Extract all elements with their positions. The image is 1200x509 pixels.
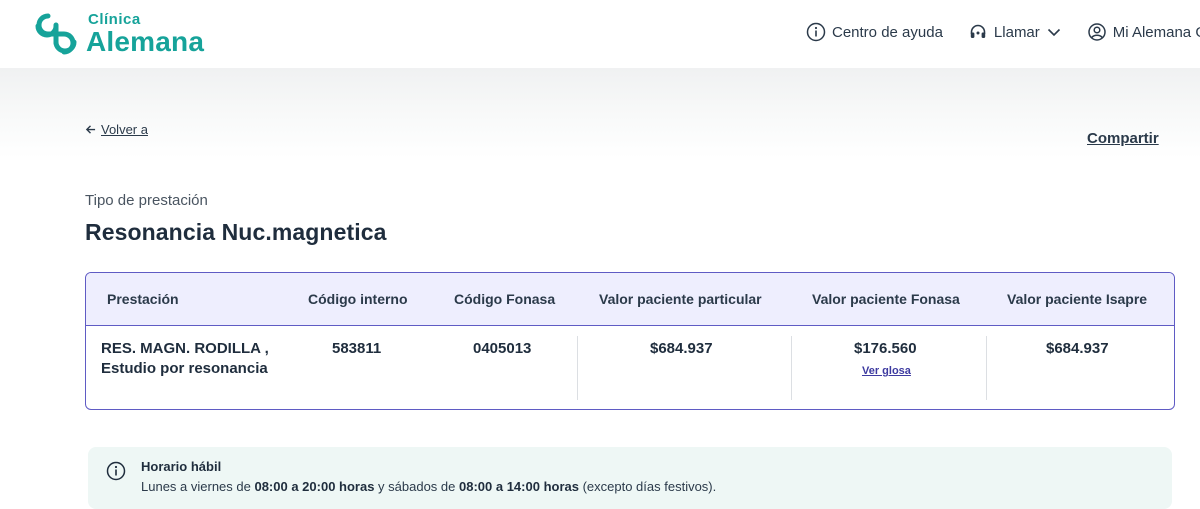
- table-row: RES. MAGN. RODILLA , Estudio por resonan…: [86, 326, 1174, 409]
- help-center-label: Centro de ayuda: [832, 23, 943, 41]
- header-valor-particular: Valor paciente particular: [599, 291, 762, 307]
- back-link-label: Volver a: [101, 122, 148, 137]
- header-prestacion: Prestación: [107, 291, 179, 307]
- logo-text: Clínica Alemana: [86, 12, 204, 56]
- cell-valor-fonasa: $176.560: [854, 340, 917, 357]
- cell-prestacion: RES. MAGN. RODILLA , Estudio por resonan…: [101, 340, 269, 377]
- cell-valor-isapre: $684.937: [1046, 340, 1109, 357]
- call-label: Llamar: [993, 23, 1040, 41]
- cell-codigo-interno: 583811: [332, 340, 382, 357]
- business-hours-title: Horario hábil: [141, 459, 222, 474]
- my-account-label: Mi Alemana Go: [1112, 23, 1200, 41]
- headset-icon: [970, 24, 986, 38]
- business-hours-box: Horario hábil Lunes a viernes de 08:00 a…: [88, 447, 1172, 509]
- share-link[interactable]: Compartir: [1087, 130, 1159, 147]
- hours-text-2: y sábados de: [374, 479, 459, 494]
- header-shadow: [0, 68, 1200, 158]
- header-codigo-interno: Código interno: [308, 291, 408, 307]
- logo-big-text: Alemana: [86, 26, 205, 57]
- column-divider: [986, 336, 987, 400]
- weekday-hours: 08:00 a 20:00 horas: [254, 479, 375, 494]
- service-type-label: Tipo de prestación: [85, 192, 208, 209]
- info-circle-icon: [106, 461, 126, 481]
- page-title: Resonancia Nuc.magnetica: [85, 219, 387, 245]
- business-hours-text: Lunes a viernes de 08:00 a 20:00 horas y…: [141, 479, 716, 494]
- back-link[interactable]: Volver a: [85, 122, 148, 137]
- cell-valor-particular: $684.937: [650, 340, 713, 357]
- user-circle-icon: [1088, 23, 1106, 41]
- saturday-hours: 08:00 a 14:00 horas: [459, 479, 579, 494]
- logo-mark-icon: [35, 13, 77, 55]
- clinica-alemana-logo[interactable]: Clínica Alemana: [32, 10, 204, 58]
- site-header: Clínica Alemana Centro de ayuda Llamar M…: [0, 0, 1200, 68]
- prices-table: Prestación Código interno Código Fonasa …: [85, 272, 1175, 410]
- ver-glosa-link[interactable]: Ver glosa: [862, 365, 911, 377]
- column-divider: [577, 336, 578, 400]
- hours-text-3: (excepto días festivos).: [578, 479, 717, 494]
- chevron-down-icon: [1047, 28, 1060, 37]
- header-valor-isapre: Valor paciente Isapre: [1007, 291, 1148, 307]
- arrow-left-icon: [85, 125, 96, 134]
- call-dropdown[interactable]: Llamar: [968, 22, 1062, 42]
- hours-text-1: Lunes a viernes de: [141, 479, 255, 494]
- top-nav: Centro de ayuda Llamar Mi Alemana Go: [806, 22, 1200, 42]
- table-header: Prestación Código interno Código Fonasa …: [86, 273, 1174, 326]
- header-valor-fonasa: Valor paciente Fonasa: [812, 291, 960, 307]
- column-divider: [791, 336, 792, 400]
- my-account-link[interactable]: Mi Alemana Go: [1087, 22, 1200, 42]
- logo-small-text: Clínica: [88, 11, 141, 28]
- info-circle-icon: [806, 22, 826, 42]
- help-center-link[interactable]: Centro de ayuda: [806, 22, 943, 42]
- header-codigo-fonasa: Código Fonasa: [454, 291, 556, 307]
- cell-codigo-fonasa: 0405013: [473, 340, 532, 357]
